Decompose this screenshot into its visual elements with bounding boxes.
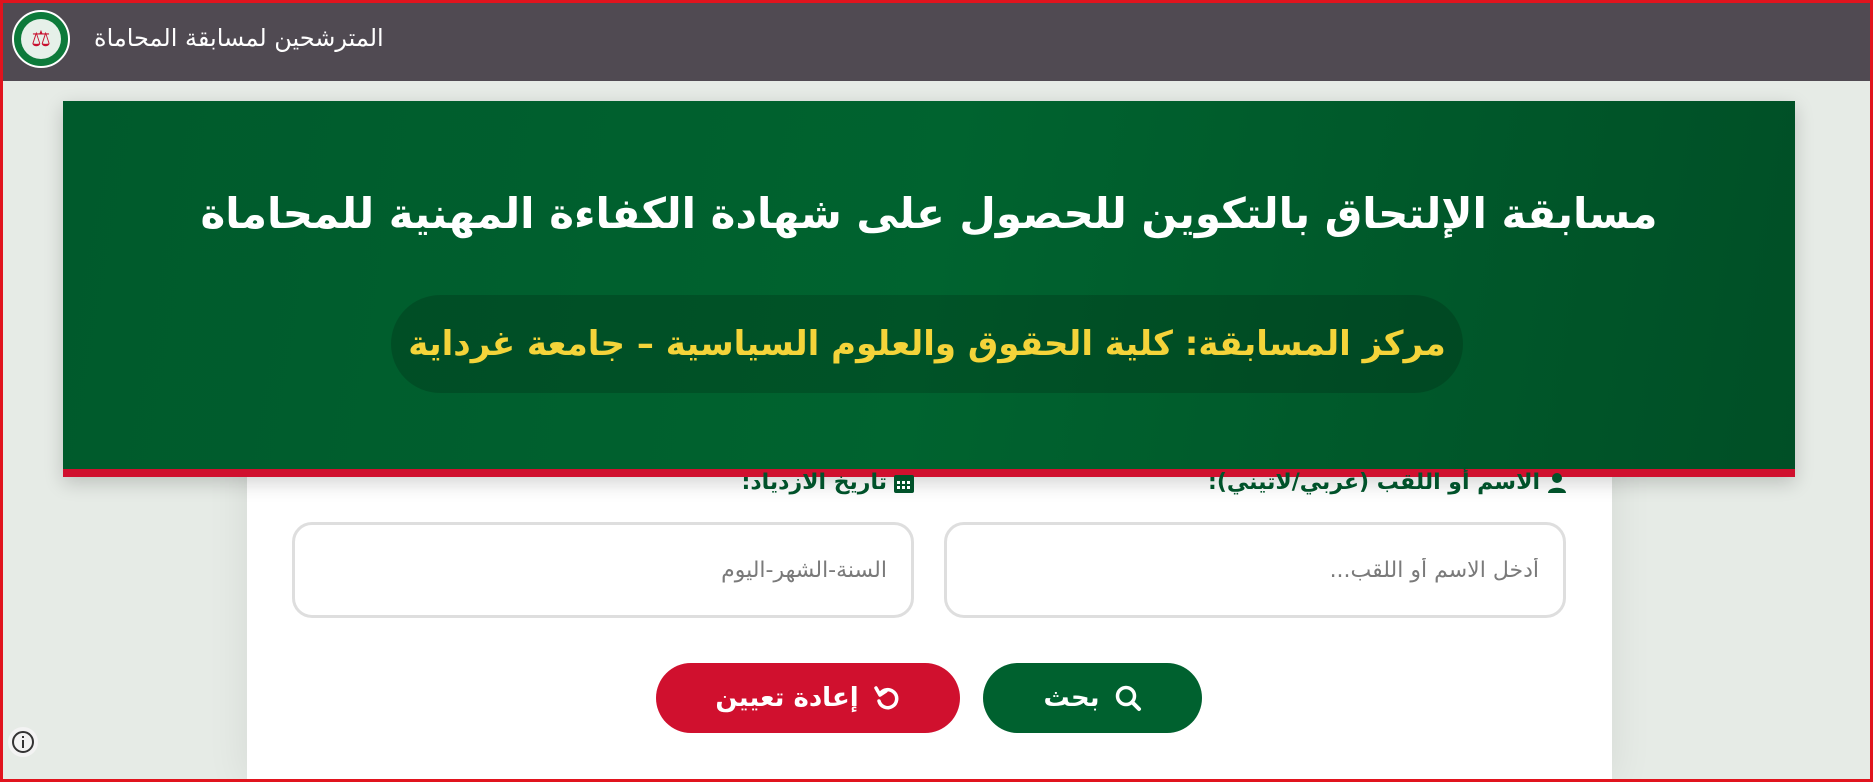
- search-button-label: بحث: [1043, 683, 1100, 713]
- search-icon: [1114, 684, 1142, 712]
- reset-button[interactable]: إعادة تعيين: [656, 663, 960, 733]
- info-icon[interactable]: [8, 727, 38, 757]
- name-label: الاسم أو اللقب (عربي/لاتيني):: [1208, 470, 1568, 495]
- topbar-title: المترشحين لمسابقة المحاماة: [94, 24, 384, 52]
- name-input[interactable]: [944, 522, 1566, 618]
- hero-banner: مسابقة الإلتحاق بالتكوين للحصول على شهاد…: [63, 101, 1795, 477]
- top-bar: ⚖ المترشحين لمسابقة المحاماة: [0, 0, 1873, 81]
- dob-label: تاريخ الازدياد:: [742, 470, 915, 495]
- hero-title: مسابقة الإلتحاق بالتكوين للحصول على شهاد…: [200, 189, 1658, 238]
- dob-input[interactable]: [292, 522, 914, 618]
- calendar-icon: [893, 472, 915, 494]
- left-margin: [0, 81, 63, 782]
- undo-icon: [873, 684, 901, 712]
- user-icon: [1546, 472, 1568, 494]
- name-label-text: الاسم أو اللقب (عربي/لاتيني):: [1208, 470, 1540, 495]
- exam-center-text: مركز المسابقة: كلية الحقوق والعلوم السيا…: [408, 324, 1446, 364]
- reset-button-label: إعادة تعيين: [715, 683, 859, 713]
- dob-label-text: تاريخ الازدياد:: [741, 470, 887, 495]
- bar-association-logo-icon[interactable]: ⚖: [12, 10, 70, 68]
- search-button[interactable]: بحث: [983, 663, 1202, 733]
- exam-center-pill: مركز المسابقة: كلية الحقوق والعلوم السيا…: [391, 295, 1463, 393]
